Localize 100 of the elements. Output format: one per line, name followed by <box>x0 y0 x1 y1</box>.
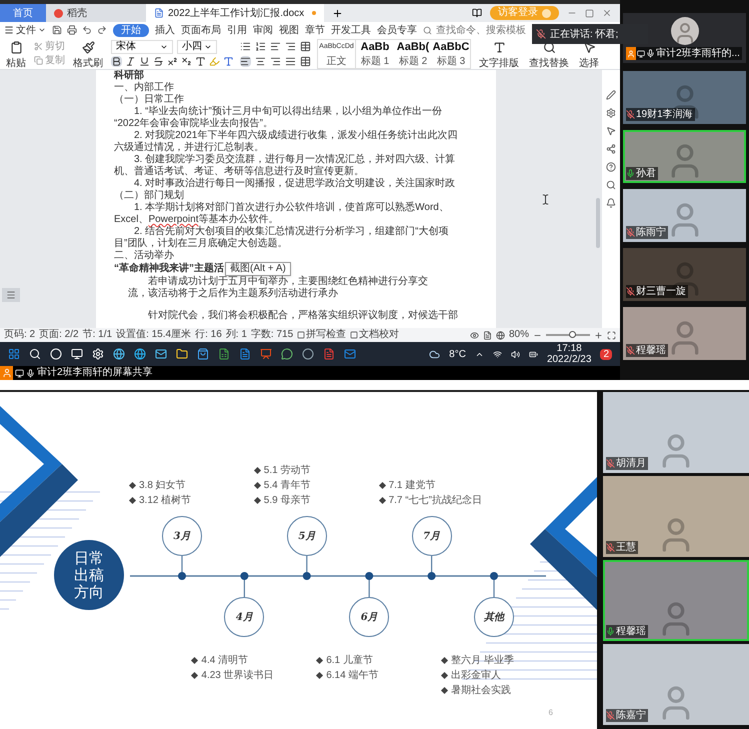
borders-icon[interactable] <box>300 56 311 66</box>
participant-tile[interactable]: 程馨瑶 <box>623 307 746 360</box>
justify-icon[interactable] <box>285 56 296 66</box>
app-icon[interactable] <box>302 348 314 360</box>
close-icon[interactable] <box>602 8 612 18</box>
ribbon-tab[interactable]: 审阅 <box>253 24 273 36</box>
scrollbar-thumb[interactable] <box>596 198 600 248</box>
weather-icon[interactable] <box>429 348 440 360</box>
participant-tile[interactable]: 陈雨宁 <box>623 189 746 242</box>
underline-icon[interactable] <box>139 56 150 67</box>
folder-icon[interactable] <box>176 348 188 360</box>
clock[interactable]: 17:18 2022/2/23 <box>546 343 592 365</box>
style-preset[interactable]: AaBbC 标题 3 <box>432 40 470 68</box>
browser-icon[interactable] <box>113 348 125 360</box>
ribbon-tab[interactable]: 页面布局 <box>181 24 221 36</box>
ribbon-tab[interactable]: 视图 <box>279 24 299 36</box>
proofread-button[interactable]: 文档校对 <box>350 329 400 341</box>
table-icon[interactable] <box>300 40 311 52</box>
ribbon-tool-button[interactable]: 查找替换 <box>527 38 571 68</box>
indent-icon[interactable] <box>270 40 281 52</box>
save-icon[interactable] <box>52 25 62 35</box>
bell-icon[interactable] <box>606 198 616 208</box>
fullscreen-icon[interactable] <box>607 330 616 340</box>
settings-icon[interactable] <box>606 108 616 118</box>
mail-icon[interactable] <box>155 348 167 360</box>
bullet-list-icon[interactable] <box>240 40 251 52</box>
notification-badge[interactable]: 2 <box>600 348 612 360</box>
participant-tile[interactable]: 程馨瑶 <box>603 560 749 641</box>
font-color-icon[interactable] <box>223 56 234 67</box>
share-icon[interactable] <box>606 144 616 154</box>
numbered-list-icon[interactable] <box>255 40 266 52</box>
ribbon-tab[interactable]: 开始 <box>113 24 149 36</box>
undo-icon[interactable] <box>82 25 92 35</box>
align-right-icon[interactable] <box>270 56 281 66</box>
ribbon-tab[interactable]: 开发工具 <box>331 24 371 36</box>
zoom-slider-thumb[interactable] <box>569 331 576 338</box>
windows-logo-icon[interactable] <box>8 348 20 360</box>
print-icon[interactable] <box>67 25 77 35</box>
eye-icon[interactable] <box>470 330 479 340</box>
spreadsheet-icon[interactable] <box>218 348 230 360</box>
superscript-icon[interactable] <box>167 56 178 67</box>
event-note: 7.1 建党节 <box>388 479 436 492</box>
ribbon-tool-button[interactable]: 选择 <box>577 38 601 68</box>
pointer-icon[interactable] <box>606 126 616 136</box>
ribbon-tool-button[interactable]: 文字排版 <box>477 38 521 68</box>
bold-icon[interactable] <box>111 56 122 67</box>
battery-icon[interactable] <box>528 350 538 358</box>
office-app-icon[interactable] <box>323 348 335 360</box>
format-painter-button[interactable]: 格式刷 <box>71 38 105 68</box>
ribbon-tab[interactable]: 引用 <box>227 24 247 36</box>
outdent-icon[interactable] <box>285 40 296 52</box>
strikethrough-icon[interactable] <box>153 56 164 67</box>
help-icon[interactable] <box>606 162 616 172</box>
presentation-icon[interactable] <box>260 348 272 360</box>
chat-icon[interactable] <box>281 348 293 360</box>
search-icon[interactable] <box>606 180 616 190</box>
volume-icon[interactable] <box>510 350 520 358</box>
participant-tile[interactable]: 孙君 <box>623 130 746 183</box>
redo-icon[interactable] <box>97 25 107 35</box>
circle-icon[interactable] <box>50 348 62 360</box>
ribbon-tab[interactable]: 插入 <box>155 24 175 36</box>
participant-tile[interactable]: 19财1李润海 <box>623 71 746 124</box>
paste-button[interactable]: 粘贴 <box>4 38 28 68</box>
text-effect-icon[interactable] <box>195 56 206 67</box>
web-view-icon[interactable] <box>496 330 505 340</box>
zoom-in-icon[interactable] <box>594 330 603 340</box>
participant-tile[interactable]: 王慧 <box>603 476 749 557</box>
side-menu-button[interactable] <box>2 288 20 302</box>
style-preset[interactable]: AaBb( 标题 2 <box>394 40 432 68</box>
participant-tile[interactable]: 审计2班李雨轩的... <box>623 13 746 63</box>
task-view-icon[interactable] <box>71 348 83 360</box>
document-line: 针对院代会，我们将会积极配合，严格落实组织评议制度，对候选干部 <box>147 310 458 322</box>
browser-icon[interactable] <box>134 348 146 360</box>
command-search-field[interactable]: 查找命令、搜索模板 <box>423 22 526 38</box>
maximize-icon[interactable] <box>585 8 594 18</box>
new-tab-icon[interactable] <box>332 8 344 18</box>
page-view-icon[interactable] <box>482 330 492 340</box>
font-size-select[interactable]: 小四 <box>177 40 217 54</box>
word-document-icon[interactable] <box>239 348 251 360</box>
pen-icon[interactable] <box>606 90 616 100</box>
participant-tile[interactable]: 财三曹一旋 <box>623 248 746 301</box>
align-center-icon[interactable] <box>255 56 266 66</box>
wifi-icon[interactable] <box>492 350 502 358</box>
subscript-icon[interactable] <box>181 56 192 67</box>
search-icon[interactable] <box>29 348 41 360</box>
align-left-icon[interactable] <box>240 56 251 66</box>
document-tab[interactable]: 首页 <box>0 4 46 22</box>
font-select[interactable]: 宋体 <box>111 40 173 54</box>
store-icon[interactable] <box>197 348 209 360</box>
italic-icon[interactable] <box>125 56 136 67</box>
participant-tile[interactable]: 胡清月 <box>603 392 749 473</box>
ribbon-tab[interactable]: 章节 <box>305 24 325 36</box>
zoom-level[interactable]: 80% <box>508 329 529 341</box>
document-tab[interactable]: 2022上半年工作计划汇报.docx <box>146 4 324 22</box>
spell-check-button[interactable]: 拼写检查 <box>297 329 346 341</box>
participant-tile[interactable]: 陈嘉宁 <box>603 644 749 725</box>
style-preset[interactable]: AaBb 标题 1 <box>356 40 394 68</box>
document-tab[interactable]: 稻壳 <box>46 4 146 22</box>
file-menu[interactable]: 文件 <box>4 22 46 38</box>
ribbon-tab[interactable]: 会员专享 <box>377 24 417 36</box>
